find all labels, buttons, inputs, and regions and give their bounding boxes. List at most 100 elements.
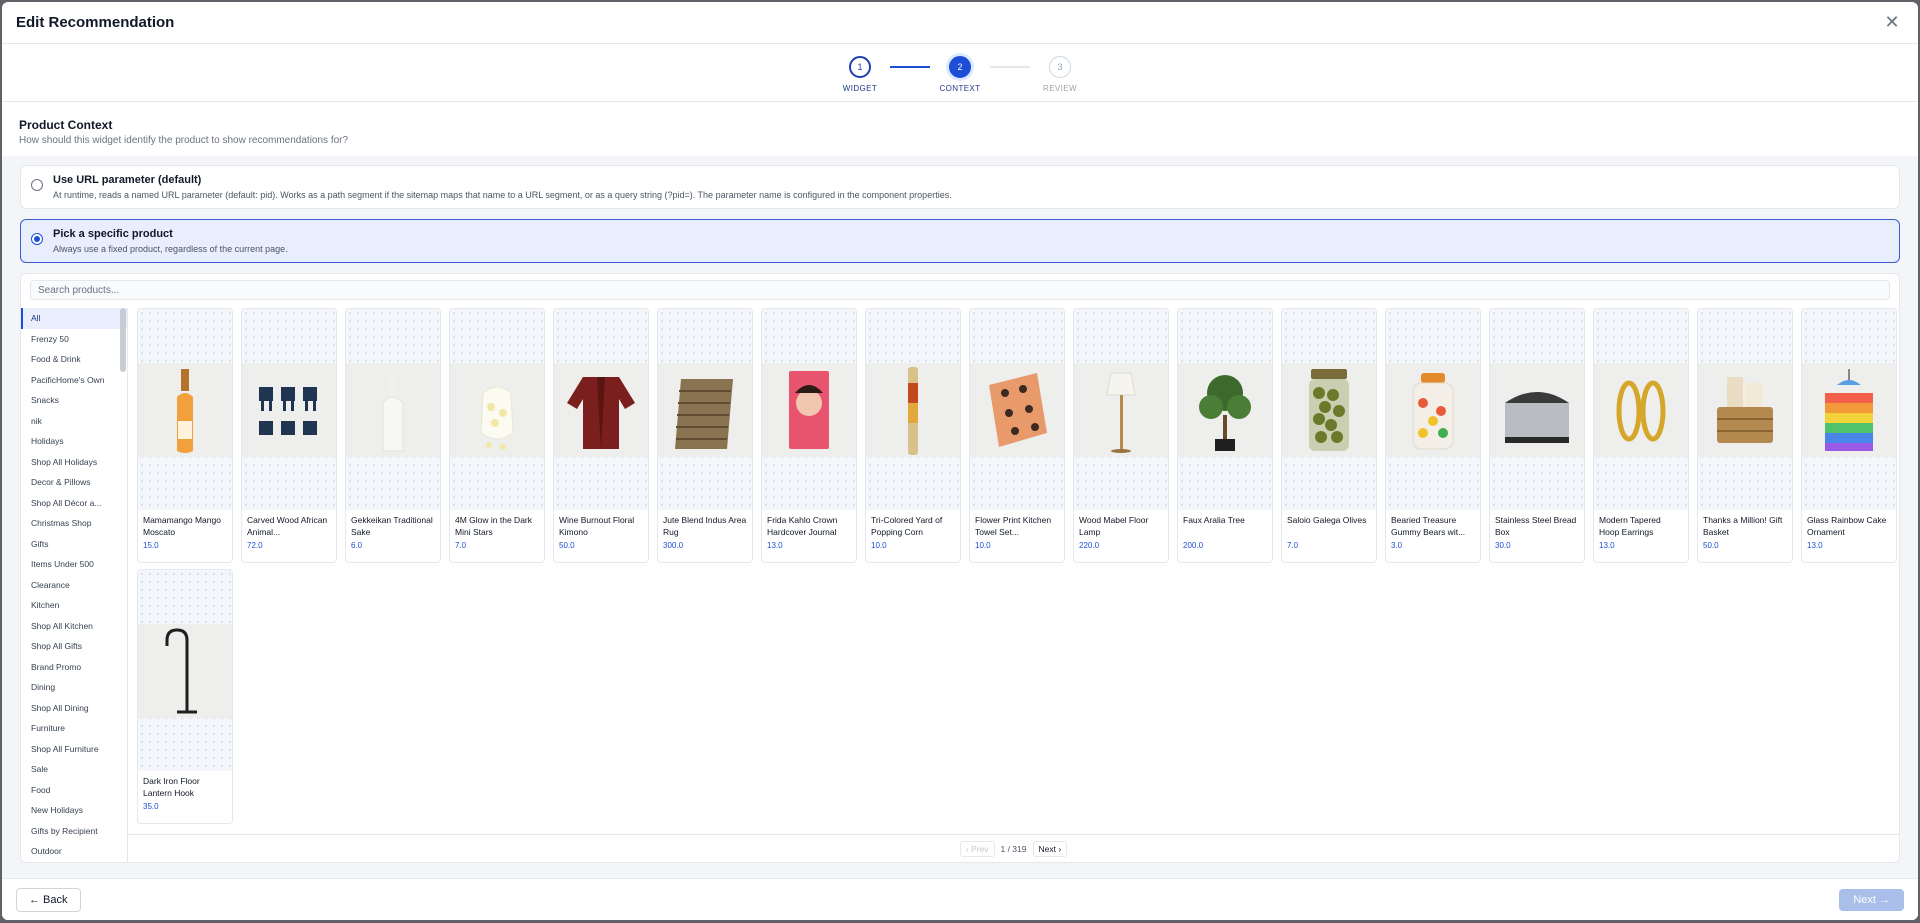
category-item[interactable]: nik xyxy=(21,411,127,432)
category-item[interactable]: Shop All Kitchen xyxy=(21,616,127,637)
category-item[interactable]: Gifts xyxy=(21,534,127,555)
category-item[interactable]: Gifts by Recipient xyxy=(21,821,127,842)
category-list[interactable]: All Frenzy 50 Food & Drink PacificHome's Ow… xyxy=(21,308,128,862)
category-item[interactable]: Furniture xyxy=(21,718,127,739)
product-card[interactable]: Bearied Treasure Gummy Bears wit... 3.0 xyxy=(1385,308,1481,563)
product-card[interactable]: Modern Tapered Hoop Earrings 13.0 xyxy=(1593,308,1689,563)
product-name: Frida Kahlo Crown Hardcover Journal xyxy=(767,515,838,537)
product-name: 4M Glow in the Dark Mini Stars xyxy=(455,515,532,537)
product-card[interactable]: Wine Burnout Floral Kimono 50.0 xyxy=(553,308,649,563)
product-price: 10.0 xyxy=(871,541,887,550)
prev-page-button[interactable]: ‹ Prev xyxy=(959,840,995,857)
category-item[interactable]: Shop All Holidays xyxy=(21,452,127,473)
category-item[interactable]: Outdoor xyxy=(21,841,127,862)
search-input[interactable] xyxy=(30,280,1890,300)
product-price: 200.0 xyxy=(1183,541,1204,550)
category-item[interactable]: Food xyxy=(21,780,127,801)
kimono-icon xyxy=(554,363,648,457)
category-item[interactable]: Kitchen xyxy=(21,595,127,616)
product-image xyxy=(346,309,440,510)
product-card[interactable]: Stainless Steel Bread Box 30.0 xyxy=(1489,308,1585,563)
category-item[interactable]: Brand Promo xyxy=(21,657,127,678)
context-body: Use URL parameter (default) At runtime, … xyxy=(2,156,1918,878)
option-specific-product[interactable]: Pick a specific product Always use a fix… xyxy=(20,219,1900,263)
cake-ornament-icon xyxy=(1802,363,1896,457)
category-item[interactable]: Items Under 500 xyxy=(21,554,127,575)
product-card[interactable]: 4M Glow in the Dark Mini Stars 7.0 xyxy=(449,308,545,563)
product-image xyxy=(658,309,752,510)
category-item[interactable]: Decor & Pillows xyxy=(21,472,127,493)
category-item[interactable]: All xyxy=(21,308,127,329)
popcorn-tube-icon xyxy=(866,363,960,457)
product-image xyxy=(1594,309,1688,510)
back-button[interactable]: ← Back xyxy=(16,887,81,912)
category-item[interactable]: Dining xyxy=(21,677,127,698)
next-page-button[interactable]: Next › xyxy=(1032,840,1068,857)
product-image xyxy=(1282,309,1376,510)
product-card[interactable]: Saloio Galega Olives 7.0 xyxy=(1281,308,1377,563)
step-number: 1 xyxy=(849,56,871,78)
product-name: Wood Mabel Floor Lamp xyxy=(1079,515,1149,537)
step-review[interactable]: 3 REVIEW xyxy=(1030,56,1090,93)
product-name: Jute Blend Indus Area Rug xyxy=(663,515,747,537)
modal-header: Edit Recommendation ✕ xyxy=(2,2,1918,44)
product-card[interactable]: Dark Iron Floor Lantern Hook 35.0 xyxy=(137,569,233,824)
product-card[interactable]: Glass Rainbow Cake Ornament 13.0 xyxy=(1801,308,1897,563)
step-context[interactable]: 2 CONTEXT xyxy=(930,56,990,93)
option-title: Use URL parameter (default) xyxy=(53,174,202,186)
step-label: WIDGET xyxy=(842,84,878,93)
product-image xyxy=(242,309,336,510)
product-image xyxy=(1386,309,1480,510)
category-item[interactable]: Clearance xyxy=(21,575,127,596)
category-item[interactable]: Shop All Furniture xyxy=(21,739,127,760)
modal-footer: ← Back Next → xyxy=(2,878,1918,920)
product-price: 300.0 xyxy=(663,541,684,550)
category-item[interactable]: Snacks xyxy=(21,390,127,411)
product-image xyxy=(1074,309,1168,510)
sake-bottle-icon xyxy=(346,363,440,457)
step-widget[interactable]: 1 WIDGET xyxy=(830,56,890,93)
product-price: 50.0 xyxy=(1703,541,1719,550)
next-button[interactable]: Next → xyxy=(1839,888,1904,911)
product-card[interactable]: Flower Print Kitchen Towel Set... 10.0 xyxy=(969,308,1065,563)
product-card[interactable]: Thanks a Million! Gift Basket 50.0 xyxy=(1697,308,1793,563)
product-card[interactable]: Carved Wood African Animal... 72.0 xyxy=(241,308,337,563)
product-price: 15.0 xyxy=(143,541,159,550)
product-name: Tri-Colored Yard of Popping Corn xyxy=(871,515,943,537)
product-card[interactable]: Faux Aralia Tree 200.0 xyxy=(1177,308,1273,563)
gummy-jar-icon xyxy=(1386,363,1480,457)
product-card[interactable]: Mamamango Mango Moscato 15.0 xyxy=(137,308,233,563)
option-url-parameter[interactable]: Use URL parameter (default) At runtime, … xyxy=(20,165,1900,209)
radio-specific-product[interactable] xyxy=(31,233,43,245)
gift-basket-icon xyxy=(1698,363,1792,457)
category-item[interactable]: Food & Drink xyxy=(21,349,127,370)
product-card[interactable]: Tri-Colored Yard of Popping Corn 10.0 xyxy=(865,308,961,563)
product-name: Modern Tapered Hoop Earrings xyxy=(1599,515,1661,537)
category-item[interactable]: PacificHome's Own xyxy=(21,370,127,391)
journal-icon xyxy=(762,363,856,457)
product-card[interactable]: Gekkeikan Traditional Sake 6.0 xyxy=(345,308,441,563)
category-item[interactable]: Christmas Shop xyxy=(21,513,127,534)
context-header: Product Context How should this widget i… xyxy=(2,102,1918,154)
category-item[interactable]: Shop All Décor a... xyxy=(21,493,127,514)
product-image xyxy=(1178,309,1272,510)
close-icon[interactable]: ✕ xyxy=(1880,11,1904,35)
context-subtitle: How should this widget identify the prod… xyxy=(19,135,349,146)
category-scrollbar[interactable] xyxy=(120,308,126,372)
category-item[interactable]: Frenzy 50 xyxy=(21,329,127,350)
product-card[interactable]: Jute Blend Indus Area Rug 300.0 xyxy=(657,308,753,563)
product-card[interactable]: Wood Mabel Floor Lamp 220.0 xyxy=(1073,308,1169,563)
product-name: Mamamango Mango Moscato xyxy=(143,515,221,537)
product-picker: AllFrenzy 50Food & DrinkPacificHome's Ow… xyxy=(20,273,1900,863)
category-item[interactable]: Shop All Dining xyxy=(21,698,127,719)
category-item[interactable]: Sale xyxy=(21,759,127,780)
stepper: 1 WIDGET 2 CONTEXT 3 REVIEW xyxy=(2,44,1918,102)
product-name: Stainless Steel Bread Box xyxy=(1495,515,1577,537)
category-item[interactable]: New Holidays xyxy=(21,800,127,821)
rug-icon xyxy=(658,363,752,457)
product-card[interactable]: Frida Kahlo Crown Hardcover Journal 13.0 xyxy=(761,308,857,563)
wine-bottle-icon xyxy=(138,363,232,457)
category-item[interactable]: Shop All Gifts xyxy=(21,636,127,657)
radio-url-parameter[interactable] xyxy=(31,179,43,191)
category-item[interactable]: Holidays xyxy=(21,431,127,452)
